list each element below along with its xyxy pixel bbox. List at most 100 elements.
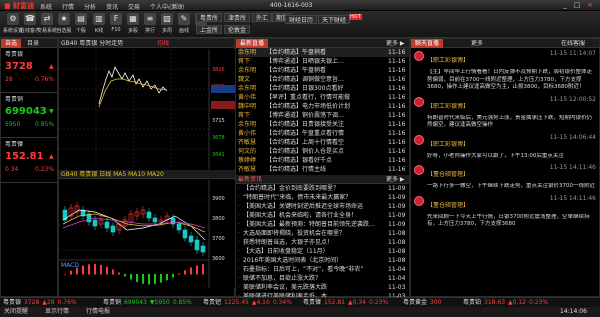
tab-info-news[interactable]: 最新资讯 xyxy=(238,176,262,184)
news-source: 黄小伟 xyxy=(238,130,257,137)
tab-chat-live[interactable]: 聊天直播 xyxy=(411,39,444,48)
intraday-chart[interactable]: 382637893752371536783641 xyxy=(59,49,236,169)
kline-chart[interactable]: 3900 3800 3700 3600 xyxy=(59,180,236,288)
menu-item[interactable]: 帮助 xyxy=(172,2,184,11)
toolbar-5-icon: ▥ xyxy=(93,13,105,25)
tab-catalog[interactable]: 目录 xyxy=(27,40,39,48)
chat-sender: 【董仓硕管理】 xyxy=(427,171,470,178)
menu-item[interactable]: 交易 xyxy=(128,2,140,11)
chat-more-link[interactable]: 更多 xyxy=(471,40,483,48)
live-news-row[interactable]: 蔡婷婷 【合约精选】银看好千点 11-16 xyxy=(238,156,409,165)
close-icon[interactable]: × xyxy=(585,1,595,9)
live-news-row[interactable]: 蒋下 【博弈通道】铜价震荡下调… 11-16 xyxy=(238,111,409,120)
macd-bar xyxy=(130,274,132,280)
ticker-status-bar: 粤贵银 3728 ▲28 0.76% 粤贵铜 699043 ▼5950 0.85% 粤贵钯 122… xyxy=(0,297,600,307)
bullet-icon: · xyxy=(238,212,240,219)
info-news-row[interactable]: · 【美国大选】机会来临啦，请各行业全身！ 11-09 xyxy=(238,211,409,220)
bullet-icon: · xyxy=(238,203,240,210)
live-news-row[interactable]: 蒋下 【博弈通道】日晒银天银上… 11-16 xyxy=(238,57,409,66)
live-news-row[interactable]: 齐敏慧 【合约精选】行情主线 11-16 xyxy=(238,165,409,174)
ticker-name: 粤贵钯 xyxy=(203,299,222,306)
news-title: 【合约精选】银看好千点 xyxy=(266,157,333,164)
live-news-row[interactable]: 魏中明 【合约精选】电力市场低价计划 11-16 xyxy=(238,102,409,111)
info-news-row[interactable]: · “特朗普时代”来临，债市未来最大赢家？ 11-09 xyxy=(238,193,409,202)
live-news-row[interactable]: 余东明 【合约精选】日贵银接受关注 11-16 xyxy=(238,120,409,129)
market-button[interactable]: 粤贵所 xyxy=(196,13,223,22)
info-news-row[interactable]: · 【合约精选】金价到底要跌到哪里？ 11-09 xyxy=(238,184,409,193)
menu-item[interactable]: 分析 xyxy=(84,2,96,11)
candle-body xyxy=(182,229,188,239)
minimize-icon[interactable]: _ xyxy=(560,1,570,9)
info-more-link[interactable]: 更多 ▶ xyxy=(386,176,405,184)
news-title: 【合约精选】行情主线 xyxy=(266,166,327,173)
quote-telegram-button[interactable]: 行情电报 xyxy=(86,307,110,317)
index-card[interactable]: 粤贵镍 152.81 ▲ 0.34 0.23% xyxy=(1,138,58,183)
price-axis-label: 3826 xyxy=(212,67,225,73)
menu-item[interactable]: 个人中心 xyxy=(150,2,174,11)
candle-body xyxy=(146,211,152,219)
market-button[interactable]: 外汇 xyxy=(252,13,273,22)
market-button[interactable]: 上金所 xyxy=(196,25,223,34)
macd-bar xyxy=(172,274,174,278)
info-news-row[interactable]: · 【美国大选】关键时刻逆后推迟全球市场命运 11-09 xyxy=(238,202,409,211)
kline-axis-label: 3800 xyxy=(212,216,225,222)
market-button[interactable]: 伦敦金 xyxy=(224,25,251,34)
ticker-name: 粤贵铂 xyxy=(463,299,482,306)
live-news-row[interactable]: 余东明 【合约精选】日银300点看好 11-16 xyxy=(238,84,409,93)
menu-item[interactable]: 行情 xyxy=(62,2,74,11)
live-more-link[interactable]: 更多 ▶ xyxy=(386,40,405,48)
index-price: 699043 xyxy=(5,106,47,117)
ticker-name: 粤贵镍 xyxy=(303,299,322,306)
info-news-row[interactable]: · 【美国大选】最新预测：特朗普目前领先逆袭跌… 11-09 xyxy=(238,220,409,229)
info-news-row[interactable]: · 大选局面即将揭晓，投资机会在哪里？ 11-08 xyxy=(238,229,409,238)
tab-live-news[interactable]: 最新直播 xyxy=(236,39,269,48)
news-title: 【大选】日前收盘稳定（11月） xyxy=(243,248,329,255)
news-time: 11-16 xyxy=(388,130,406,137)
macd-bar xyxy=(148,274,150,285)
index-arrow: ▲ xyxy=(49,63,54,70)
news-time: 11-09 xyxy=(388,185,406,192)
chat-panel: 聊天直播 更多 在线客服 【职工彩银博】 11-15 11:14:07 【主】早间早… xyxy=(410,38,600,297)
info-news-row[interactable]: · 【大选】日前收盘稳定（11月） 11-08 xyxy=(238,247,409,256)
live-news-row[interactable]: 何文的 【合约精选】铜价入仓是买点 11-16 xyxy=(238,147,409,156)
live-news-row[interactable]: 余东明 【合约精选】午盘稍看 11-16 xyxy=(238,48,409,57)
index-card[interactable]: 粤贵铜 699043 ▼ 5950 0.85% xyxy=(1,93,58,138)
chart-header: GB40 粤贵银 分时走势 均线 xyxy=(59,39,234,48)
index-card[interactable]: 粤贵银 3728 ▲ 28 0.76% xyxy=(1,48,58,93)
info-news-row[interactable]: · 获悉特朗普当选，大银子亦见点！ 11-08 xyxy=(238,238,409,247)
candle-body xyxy=(194,239,200,251)
menu-item[interactable]: 系统 xyxy=(40,2,52,11)
chat-time: 11-15 12:00:52 xyxy=(549,95,596,103)
maximize-icon[interactable]: □ xyxy=(572,1,582,9)
macd-bar xyxy=(70,270,72,275)
news-title: 【合约精选】午盘重点看行情 xyxy=(266,130,345,137)
info-news-row[interactable]: · 联储不加息，目欲止涨大跌？ 11-04 xyxy=(238,274,409,283)
world-finance-button[interactable]: 天下财经 xyxy=(318,15,351,24)
live-news-row[interactable]: 黄小伟 【早评】重点看行，行情可能做 11-16 xyxy=(238,93,409,102)
live-news-row[interactable]: 齐敏慧 【合约精选】上周十行情看空 11-16 xyxy=(238,138,409,147)
online-service-link[interactable]: 在线客服 xyxy=(561,40,585,48)
chat-text: 先来回顾一下今天上午行情，日银3700附近震荡整理，空单继续持有，上方压力378… xyxy=(427,213,590,228)
live-news-row[interactable]: 魏文 【合约精选】调铜做空意旨… 11-16 xyxy=(238,75,409,84)
info-news-row[interactable]: · 石墨指标：日后可上，“不对”，看今晚“非农” 11-04 xyxy=(238,265,409,274)
close-alert-button[interactable]: 关闭提醒 xyxy=(4,307,28,317)
show-quote-button[interactable]: 显示行情 xyxy=(45,307,69,317)
info-news-row[interactable]: · 2016年美国大选时间表（北京时间） 11-08 xyxy=(238,256,409,265)
news-title: 【早评】重点看行，行情可能做 xyxy=(266,94,351,101)
news-title: 【博弈通道】日晒银天银上… xyxy=(266,58,345,65)
info-news-row[interactable]: · 美联储利率会议，美元跌落大跌 11-03 xyxy=(238,283,409,292)
toolbar-4-icon: ▤ xyxy=(75,13,87,25)
live-news-row[interactable]: 余东明 【合约精选】午盘稍看 11-16 xyxy=(238,66,409,75)
market-button[interactable]: 津贵所 xyxy=(224,13,251,22)
live-news-row[interactable]: 黄小伟 【合约精选】午盘重点看行情 11-16 xyxy=(238,129,409,138)
calendar-button[interactable]: 财经日历 xyxy=(285,15,318,24)
toolbar-2-icon: ⇄ xyxy=(41,13,53,25)
news-source: 蔡婷婷 xyxy=(238,157,257,164)
menu-item[interactable]: 资讯 xyxy=(106,2,118,11)
ticker-change: ▲4.10 xyxy=(251,299,270,306)
toolbar-6-icon: F xyxy=(110,13,122,25)
index-change: 28 xyxy=(5,76,13,83)
tab-favorites[interactable]: 自选 xyxy=(1,39,22,48)
ticker-value: 300 xyxy=(430,299,442,306)
news-source: 黄小伟 xyxy=(238,94,257,101)
